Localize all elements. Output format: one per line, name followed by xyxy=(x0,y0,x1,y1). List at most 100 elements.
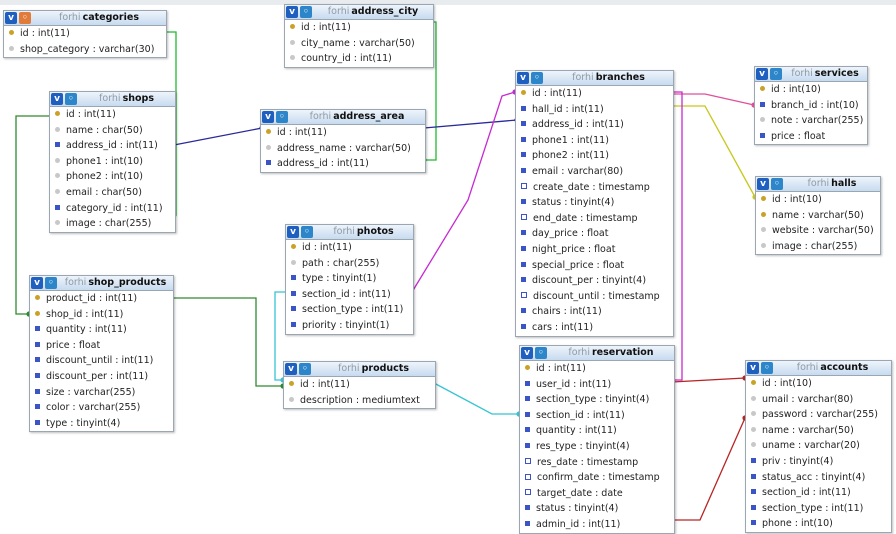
options-icon[interactable]: ◦ xyxy=(299,363,311,375)
table-header[interactable]: v ◦ forhi shops xyxy=(50,92,175,107)
column-row[interactable]: priv : tinyint(4) xyxy=(746,454,891,470)
table-header[interactable]: v ◦ forhi halls xyxy=(756,177,880,192)
column-row[interactable]: target_date : date xyxy=(520,486,674,502)
column-row[interactable]: id : int(11) xyxy=(516,86,673,102)
column-row[interactable]: description : mediumtext xyxy=(284,393,435,409)
column-row[interactable]: hall_id : int(11) xyxy=(516,102,673,118)
column-row[interactable]: night_price : float xyxy=(516,242,673,258)
column-row[interactable]: phone1 : int(11) xyxy=(516,133,673,149)
column-row[interactable]: image : char(255) xyxy=(50,216,175,232)
column-row[interactable]: price : float xyxy=(755,129,867,145)
column-row[interactable]: country_id : int(11) xyxy=(285,51,433,67)
column-row[interactable]: shop_id : int(11) xyxy=(30,307,173,323)
column-row[interactable]: email : varchar(80) xyxy=(516,164,673,180)
options-icon[interactable]: ◦ xyxy=(761,362,773,374)
column-row[interactable]: day_price : float xyxy=(516,226,673,242)
column-row[interactable]: res_type : tinyint(4) xyxy=(520,439,674,455)
options-icon[interactable]: ◦ xyxy=(535,347,547,359)
column-row[interactable]: id : int(11) xyxy=(285,20,433,36)
column-row[interactable]: phone2 : int(10) xyxy=(50,169,175,185)
column-row[interactable]: name : varchar(50) xyxy=(756,208,880,224)
column-row[interactable]: phone2 : int(11) xyxy=(516,148,673,164)
column-row[interactable]: user_id : int(11) xyxy=(520,377,674,393)
options-icon[interactable]: ◦ xyxy=(771,178,783,190)
column-row[interactable]: status : tinyint(4) xyxy=(516,195,673,211)
column-row[interactable]: uname : varchar(20) xyxy=(746,438,891,454)
options-icon[interactable]: ◦ xyxy=(45,277,57,289)
collapse-icon[interactable]: v xyxy=(517,72,529,84)
column-row[interactable]: discount_until : int(11) xyxy=(30,353,173,369)
column-row[interactable]: branch_id : int(10) xyxy=(755,98,867,114)
options-icon[interactable]: ◦ xyxy=(276,111,288,123)
collapse-icon[interactable]: v xyxy=(285,363,297,375)
column-row[interactable]: image : char(255) xyxy=(756,239,880,255)
column-row[interactable]: name : varchar(50) xyxy=(746,423,891,439)
column-row[interactable]: section_type : int(11) xyxy=(746,501,891,517)
collapse-icon[interactable]: v xyxy=(51,93,63,105)
options-icon[interactable]: ◦ xyxy=(301,226,313,238)
column-row[interactable]: status : tinyint(4) xyxy=(520,501,674,517)
column-row[interactable]: section_id : int(11) xyxy=(746,485,891,501)
column-row[interactable]: chairs : int(11) xyxy=(516,304,673,320)
column-row[interactable]: special_price : float xyxy=(516,258,673,274)
table-header[interactable]: v ◦ forhi products xyxy=(284,362,435,377)
column-row[interactable]: discount_per : int(11) xyxy=(30,369,173,385)
table-reservation[interactable]: v ◦ forhi reservation id : int(11) user_id : … xyxy=(519,345,675,534)
collapse-icon[interactable]: v xyxy=(286,6,298,18)
table-header[interactable]: v ◦ forhi services xyxy=(755,67,867,82)
column-row[interactable]: path : char(255) xyxy=(286,256,413,272)
column-row[interactable]: size : varchar(255) xyxy=(30,385,173,401)
table-header[interactable]: v ◦ forhi accounts xyxy=(746,361,891,376)
table-header[interactable]: v ◦ forhi address_city xyxy=(285,5,433,20)
column-row[interactable]: address_name : varchar(50) xyxy=(261,141,425,157)
collapse-icon[interactable]: v xyxy=(756,68,768,80)
column-row[interactable]: address_id : int(11) xyxy=(516,117,673,133)
table-header[interactable]: v ◦ forhi branches xyxy=(516,71,673,86)
column-row[interactable]: quantity : int(11) xyxy=(30,322,173,338)
table-photos[interactable]: v ◦ forhi photos id : int(11) path : char(255… xyxy=(285,224,414,335)
column-row[interactable]: status_acc : tinyint(4) xyxy=(746,470,891,486)
table-products[interactable]: v ◦ forhi products id : int(11) description :… xyxy=(283,361,436,410)
table-shop_products[interactable]: v ◦ forhi shop_products product_id : int(11)… xyxy=(29,275,174,433)
column-row[interactable]: id : int(11) xyxy=(520,361,674,377)
collapse-icon[interactable]: v xyxy=(31,277,43,289)
options-icon[interactable]: ◦ xyxy=(770,68,782,80)
column-row[interactable]: id : int(11) xyxy=(284,377,435,393)
column-row[interactable]: section_type : int(11) xyxy=(286,302,413,318)
collapse-icon[interactable]: v xyxy=(262,111,274,123)
column-row[interactable]: id : int(11) xyxy=(50,107,175,123)
table-accounts[interactable]: v ◦ forhi accounts id : int(10) umail : varch… xyxy=(745,360,892,533)
column-row[interactable]: price : float xyxy=(30,338,173,354)
table-header[interactable]: v ◦ forhi categories xyxy=(4,11,166,26)
column-row[interactable]: res_date : timestamp xyxy=(520,455,674,471)
column-row[interactable]: quantity : int(11) xyxy=(520,423,674,439)
table-header[interactable]: v ◦ forhi address_area xyxy=(261,110,425,125)
column-row[interactable]: end_date : timestamp xyxy=(516,211,673,227)
collapse-icon[interactable]: v xyxy=(521,347,533,359)
column-row[interactable]: color : varchar(255) xyxy=(30,400,173,416)
column-row[interactable]: address_id : int(11) xyxy=(261,156,425,172)
column-row[interactable]: shop_category : varchar(30) xyxy=(4,42,166,58)
options-icon[interactable]: ◦ xyxy=(531,72,543,84)
column-row[interactable]: id : int(10) xyxy=(755,82,867,98)
column-row[interactable]: section_id : int(11) xyxy=(520,408,674,424)
column-row[interactable]: section_type : tinyint(4) xyxy=(520,392,674,408)
collapse-icon[interactable]: v xyxy=(757,178,769,190)
column-row[interactable]: phone1 : int(10) xyxy=(50,154,175,170)
column-row[interactable]: id : int(10) xyxy=(746,376,891,392)
table-branches[interactable]: v ◦ forhi branches id : int(11) hall_id : int… xyxy=(515,70,674,337)
column-row[interactable]: password : varchar(255) xyxy=(746,407,891,423)
collapse-icon[interactable]: v xyxy=(287,226,299,238)
column-row[interactable]: type : tinyint(1) xyxy=(286,271,413,287)
column-row[interactable]: section_id : int(11) xyxy=(286,287,413,303)
column-row[interactable]: category_id : int(11) xyxy=(50,201,175,217)
column-row[interactable]: phone : int(10) xyxy=(746,516,891,532)
options-icon[interactable]: ◦ xyxy=(19,12,31,24)
column-row[interactable]: discount_per : tinyint(4) xyxy=(516,273,673,289)
column-row[interactable]: discount_until : timestamp xyxy=(516,289,673,305)
options-icon[interactable]: ◦ xyxy=(65,93,77,105)
collapse-icon[interactable]: v xyxy=(747,362,759,374)
column-row[interactable]: product_id : int(11) xyxy=(30,291,173,307)
column-row[interactable]: create_date : timestamp xyxy=(516,180,673,196)
column-row[interactable]: email : char(50) xyxy=(50,185,175,201)
